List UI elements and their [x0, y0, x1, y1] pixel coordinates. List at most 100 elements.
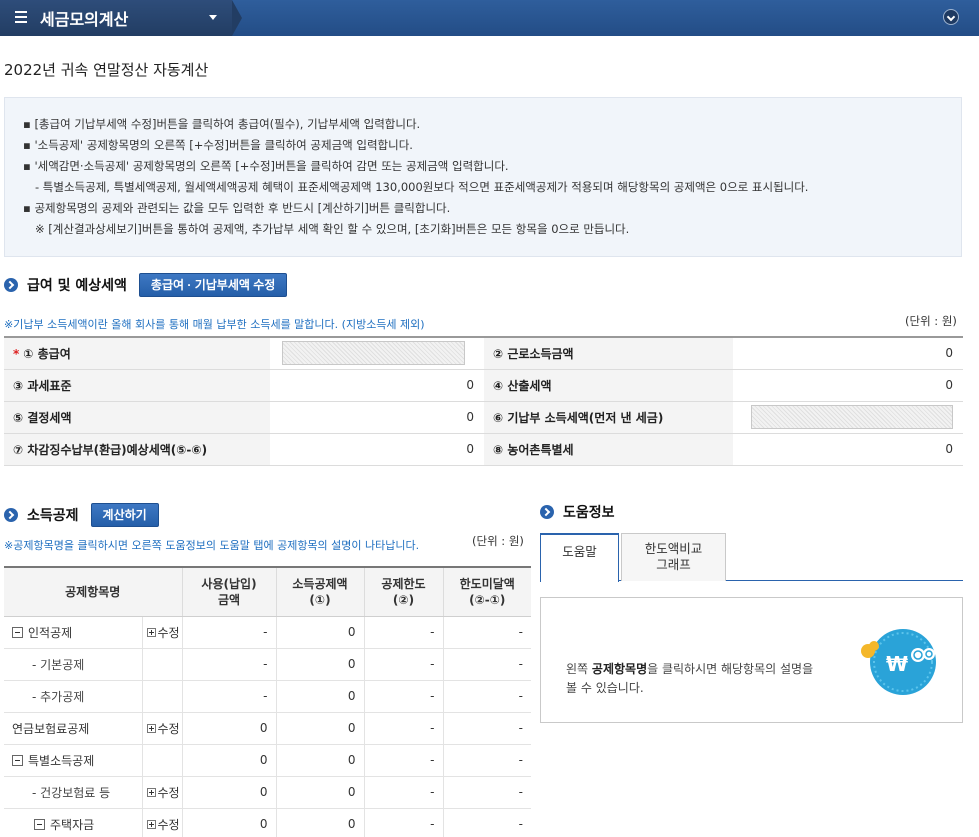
instruction-line: ▪ '소득공제' 공제항목명의 오른쪽 [+수정]버튼을 클릭하여 공제금액 입…	[23, 138, 413, 152]
limit-amount: -	[364, 776, 444, 809]
label-determined-tax: ⑤ 결정세액	[4, 401, 270, 434]
table-row: 연금보험료공제 수정 0 0- -	[4, 712, 531, 745]
prepaid-tax-cell	[733, 401, 963, 434]
deduction-amount: 0	[276, 648, 365, 681]
help-section-header: 도움정보	[540, 502, 615, 522]
value-expected-tax: 0	[270, 433, 484, 466]
used-amount: 0	[182, 744, 277, 777]
value-earned-income: 0	[733, 337, 963, 370]
collapse-box-icon[interactable]	[34, 818, 45, 830]
table-row: * ① 총급여 ② 근로소득금액 0	[4, 337, 963, 370]
help-text: 왼쪽 공제항목명을 클릭하시면 해당항목의 설명을 볼 수 있습니다.	[566, 662, 814, 695]
table-row: ⑤ 결정세액 0 ⑥ 기납부 소득세액(먼저 낸 세금)	[4, 401, 963, 434]
salary-section-title: 급여 및 예상세액	[27, 278, 127, 294]
edit-button	[142, 648, 183, 681]
limit-amount: -	[364, 648, 444, 681]
used-amount: 0	[182, 808, 277, 837]
caret-down-icon	[209, 15, 217, 20]
limit-amount: -	[364, 680, 444, 713]
col-header-used: 사용(납입) 금액	[182, 567, 277, 617]
plus-icon	[146, 819, 156, 829]
label-computed-tax: ④ 산출세액	[484, 369, 733, 402]
used-amount: -	[182, 616, 277, 649]
page-title: 2022년 귀속 연말정산 자동계산	[4, 61, 209, 79]
limit-amount: -	[364, 616, 444, 649]
deduction-amount: 0	[276, 680, 365, 713]
tab-help[interactable]: 도움말	[540, 533, 619, 582]
instruction-line: - 특별소득공제, 특별세액공제, 월세액세액공제 혜택이 표준세액공제액 13…	[35, 180, 809, 194]
salary-section-header: 급여 및 예상세액 총급여 · 기납부세액 수정	[4, 273, 288, 297]
deduction-item-name[interactable]: 인적공제	[4, 616, 143, 649]
menu-dropdown[interactable]: 세금모의계산	[0, 0, 242, 36]
collapse-icon[interactable]	[943, 9, 959, 25]
label-total-salary: * ① 총급여	[4, 337, 270, 370]
deduction-amount: 0	[276, 744, 365, 777]
under-limit-amount: -	[443, 744, 531, 777]
label-earned-income: ② 근로소득금액	[484, 337, 733, 370]
instruction-line: ※ [계산결과상세보기]버튼을 통하여 공제액, 추가납부 세액 확인 할 수 …	[35, 222, 630, 236]
plus-icon	[146, 787, 156, 797]
deduction-section-title: 소득공제	[27, 508, 79, 524]
limit-amount: -	[364, 808, 444, 837]
section-bullet-icon	[4, 278, 18, 292]
salary-note: ※기납부 소득세액이란 올해 회사를 통해 매월 납부한 소득세를 말합니다. …	[4, 318, 425, 331]
instruction-line: ▪ 공제항목명의 공제와 관련되는 값을 모두 입력한 후 반드시 [계산하기]…	[23, 201, 451, 215]
plus-icon	[146, 723, 156, 733]
table-row: ⑦ 차감징수납부(환급)예상세액(⑤-⑥) 0 ⑧ 농어촌특별세 0	[4, 433, 963, 466]
table-row: 주택자금 수정 0 0- -	[4, 808, 531, 837]
table-row: ③ 과세표준 0 ④ 산출세액 0	[4, 369, 963, 402]
col-header-under: 한도미달액 (②-①)	[443, 567, 531, 617]
deduction-item-name[interactable]: - 건강보험료 등	[4, 776, 143, 809]
deduction-item-name[interactable]: - 기본공제	[4, 648, 143, 681]
total-salary-field[interactable]	[282, 341, 465, 366]
edit-button	[142, 744, 183, 777]
under-limit-amount: -	[443, 776, 531, 809]
limit-amount: -	[364, 744, 444, 777]
edit-button[interactable]: 수정	[142, 712, 183, 745]
under-limit-amount: -	[443, 712, 531, 745]
section-bullet-icon	[540, 505, 554, 519]
mascot-coin-icon: ₩	[861, 629, 936, 695]
deduction-item-name[interactable]: 특별소득공제	[4, 744, 143, 777]
deduction-table: 공제항목명 사용(납입) 금액 소득공제액 (①) 공제한도 (②) 한도미달액 (②-…	[4, 566, 531, 837]
deduction-unit: (단위 : 원)	[472, 534, 524, 548]
label-rural-tax: ⑧ 농어촌특별세	[484, 433, 733, 466]
menu-title: 세금모의계산	[40, 10, 129, 29]
edit-salary-button[interactable]: 총급여 · 기납부세액 수정	[138, 273, 288, 297]
under-limit-amount: -	[443, 616, 531, 649]
instructions-box: ▪ [총급여 기납부세액 수정]버튼을 클릭하여 총급여(필수), 기납부세액 …	[4, 97, 962, 257]
tab-limit-graph[interactable]: 한도액비교 그래프	[621, 533, 726, 581]
collapse-box-icon[interactable]	[12, 626, 23, 638]
deduction-amount: 0	[276, 616, 365, 649]
required-mark: *	[13, 346, 20, 361]
table-row: 인적공제 수정 -0- -	[4, 616, 531, 649]
deduction-section-header: 소득공제 계산하기	[4, 503, 159, 527]
deduction-amount: 0	[276, 776, 365, 809]
col-header-limit: 공제한도 (②)	[364, 567, 444, 617]
col-header-name: 공제항목명	[4, 567, 183, 617]
prepaid-tax-field[interactable]	[751, 405, 953, 429]
collapse-box-icon[interactable]	[12, 754, 23, 766]
deduction-item-name[interactable]: 연금보험료공제	[4, 712, 143, 745]
table-row: - 기본공제 -0- -	[4, 648, 531, 681]
label-expected-tax: ⑦ 차감징수납부(환급)예상세액(⑤-⑥)	[4, 433, 270, 466]
used-amount: -	[182, 648, 277, 681]
help-content: 왼쪽 공제항목명을 클릭하시면 해당항목의 설명을 볼 수 있습니다. ₩	[540, 597, 963, 723]
edit-button[interactable]: 수정	[142, 776, 183, 809]
edit-button[interactable]: 수정	[142, 808, 183, 837]
deduction-item-name[interactable]: 주택자금	[4, 808, 143, 837]
table-row: - 건강보험료 등 수정 0 0- -	[4, 776, 531, 809]
help-tabs: 도움말 한도액비교 그래프	[540, 533, 963, 582]
table-row: 특별소득공제 0 0- -	[4, 744, 531, 777]
under-limit-amount: -	[443, 680, 531, 713]
limit-amount: -	[364, 712, 444, 745]
calculate-button[interactable]: 계산하기	[90, 503, 159, 527]
used-amount: -	[182, 680, 277, 713]
svg-text:₩: ₩	[886, 652, 908, 676]
plus-icon	[146, 627, 156, 637]
col-header-deduction: 소득공제액 (①)	[276, 567, 365, 617]
deduction-amount: 0	[276, 808, 365, 837]
edit-button[interactable]: 수정	[142, 616, 183, 649]
instruction-line: ▪ [총급여 기납부세액 수정]버튼을 클릭하여 총급여(필수), 기납부세액 …	[23, 117, 421, 131]
deduction-item-name[interactable]: - 추가공제	[4, 680, 143, 713]
